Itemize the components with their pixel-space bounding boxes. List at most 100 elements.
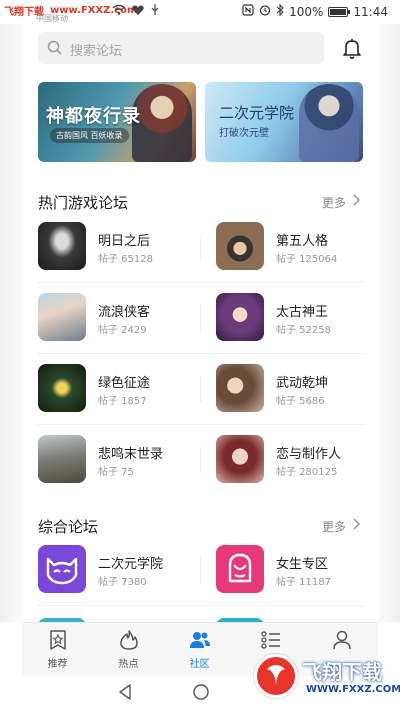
cat-mask-icon [38,545,86,593]
forum-posts: 帖子 11187 [276,577,331,588]
right-edge-shade [378,24,400,622]
forum-item[interactable]: 太古神王 帖子 52258 [216,293,376,343]
forum-posts: 帖子 5686 [276,396,325,407]
forum-name: 武动乾坤 [276,376,329,391]
search-row: 搜索论坛 [38,32,364,64]
back-triangle-icon[interactable] [116,683,134,701]
banner-character-art [132,84,192,162]
forum-item[interactable]: 女生专区 帖子 11187 [216,545,376,595]
game-icon [216,222,264,270]
forum-item[interactable]: 流浪侠客 帖子 2429 [38,293,198,343]
banner-shendu[interactable]: 神都夜行录 古韵国风 百妖收录 [38,82,196,162]
forum-item[interactable]: 二次元学院 帖子 7380 [38,545,198,595]
row-divider [38,282,364,283]
usb-icon [150,4,160,19]
column-divider [200,305,201,331]
chevron-right-icon[interactable] [350,192,362,208]
forum-item[interactable]: 恋与制作人 帖子 280125 [216,435,376,485]
person-icon [306,629,377,651]
tab-label: 推荐 [47,659,68,670]
forum-name: 女生专区 [276,557,329,572]
game-icon [38,222,86,270]
row-divider [38,424,364,425]
game-icon [216,293,264,341]
wifi-icon [112,4,126,19]
forum-item[interactable]: 绿色征途 帖子 1857 [38,364,198,414]
forum-name: 第五人格 [276,234,329,249]
status-bar: 飞翔下载 www.FXXZ.com 中国移动 100% 11:44 [0,0,400,24]
banner-title: 二次元学院 [219,104,295,122]
forum-item[interactable]: 明日之后 帖子 65128 [38,222,198,272]
game-icon [216,435,264,483]
bluetooth-icon [276,3,284,19]
carrier-label: 中国移动 [36,14,68,23]
list-icon [235,629,306,651]
bell-icon[interactable] [340,36,364,60]
banner-character-art [299,84,359,162]
status-icons-left [112,4,160,19]
general-forums-grid: 二次元学院 帖子 7380 女生专区 帖子 11187 [38,545,364,622]
forum-posts: 帖子 1857 [98,396,147,407]
forum-posts: 帖子 75 [98,467,134,478]
community-page: 搜索论坛 神都夜行录 古韵国风 百妖收录 二次元学院 打破次元壁 热门游戏论坛 … [22,24,378,622]
game-icon [38,364,86,412]
column-divider [200,447,201,473]
banner-title: 神都夜行录 [46,106,141,127]
general-forums-header: 综合论坛 更多 [38,514,364,538]
left-edge-shade [0,24,22,622]
tab-hot[interactable]: 热点 [93,629,164,673]
more-link[interactable]: 更多 [322,194,346,211]
forum-name: 明日之后 [98,234,151,249]
forum-name: 绿色征途 [98,376,151,391]
status-icons-right: 100% 11:44 [242,3,388,19]
row-divider [38,605,364,606]
people-icon [164,629,235,651]
forum-posts: 帖子 52258 [276,325,331,336]
heart-icon [132,4,144,19]
flame-icon [93,629,164,651]
game-icon [216,364,264,412]
nfc-icon [242,4,254,19]
banner-subtitle: 古韵国风 百妖收录 [50,128,129,143]
banner-subtitle: 打破次元壁 [219,128,269,139]
search-placeholder: 搜索论坛 [70,44,123,59]
forum-item[interactable]: 武动乾坤 帖子 5686 [216,364,376,414]
watermark-logo-mark [254,654,298,698]
girl-face-icon [216,545,264,593]
forum-name: 流浪侠客 [98,305,151,320]
watermark-logo-text: 飞翔下载 [302,660,382,684]
search-icon [46,39,64,57]
forum-posts: 帖子 65128 [98,254,153,265]
banner-row: 神都夜行录 古韵国风 百妖收录 二次元学院 打破次元壁 [38,82,364,164]
more-link[interactable]: 更多 [322,518,346,535]
tab-recommend[interactable]: 推荐 [22,629,93,673]
search-input[interactable]: 搜索论坛 [38,32,324,64]
watermark-logo-url: WWW.FXXZ.COM [306,684,400,695]
column-divider [200,376,201,402]
alarm-icon [259,4,271,19]
hot-forums-header: 热门游戏论坛 更多 [38,190,364,214]
chevron-right-icon[interactable] [350,516,362,532]
forum-posts: 帖子 125064 [276,254,338,265]
forum-name: 二次元学院 [98,557,164,572]
forum-item[interactable]: 悲鸣末世录 帖子 75 [38,435,198,485]
home-circle-icon[interactable] [192,683,210,701]
banner-erciyuan[interactable]: 二次元学院 打破次元壁 [205,82,363,162]
battery-percent: 100% [289,4,324,19]
row-divider [38,353,364,354]
forum-name: 恋与制作人 [276,447,342,462]
hot-forums-grid: 明日之后 帖子 65128 第五人格 帖子 125064 流浪侠客 帖子 242… [38,222,364,512]
forum-name: 太古神王 [276,305,329,320]
game-icon [38,435,86,483]
game-icon [38,293,86,341]
forum-name: 悲鸣末世录 [98,447,164,462]
tab-label: 社区 [189,659,210,670]
column-divider [200,557,201,583]
forum-posts: 帖子 280125 [276,467,338,478]
forum-item[interactable]: 第五人格 帖子 125064 [216,222,376,272]
star-badge-icon [22,629,93,651]
section-title: 综合论坛 [38,518,99,536]
column-divider [200,234,201,260]
tab-community[interactable]: 社区 [164,629,235,673]
forum-posts: 帖子 7380 [98,577,147,588]
